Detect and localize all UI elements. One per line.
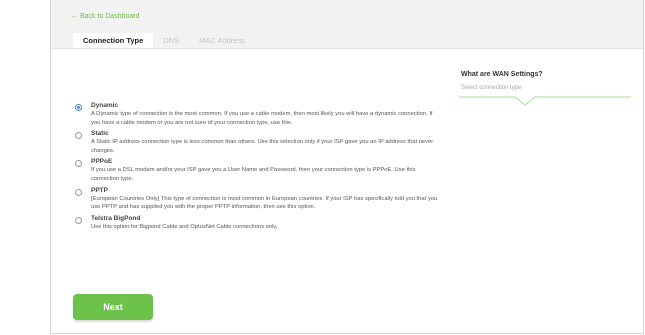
connection-type-options: Dynamic A Dynamic type of connection is …	[73, 101, 443, 233]
tab-bar: Connection Type DNS MAC Address	[73, 33, 255, 48]
option-pptp: PPTP [European Countries Only] This type…	[73, 186, 443, 212]
back-to-dashboard-link[interactable]: ← Back to Dashboard	[71, 13, 139, 20]
option-title: Static	[91, 130, 109, 138]
option-description: If you use a DSL modem and/or your ISP g…	[91, 167, 416, 182]
option-telstra-bigpond: Telstra BigPond Use this option for Bigp…	[73, 214, 443, 232]
option-title: PPPoE	[91, 158, 113, 166]
option-title: Dynamic	[91, 102, 119, 109]
option-description: A Dynamic type of connection is the most…	[91, 111, 433, 126]
option-description: A Static IP address connection type is l…	[91, 139, 434, 154]
radio-pptp[interactable]	[75, 188, 82, 196]
help-subtitle: Select connection type	[461, 85, 522, 91]
top-bar: ← Back to Dashboard Connection Type DNS …	[51, 0, 643, 49]
option-description: Use this option for Bigpond Cable and Op…	[91, 223, 278, 230]
settings-panel: ← Back to Dashboard Connection Type DNS …	[50, 0, 644, 334]
radio-telstra-bigpond[interactable]	[75, 216, 82, 224]
radio-static[interactable]	[75, 132, 82, 140]
next-button[interactable]: Next	[73, 294, 153, 320]
option-static: Static A Static IP address connection ty…	[73, 129, 443, 155]
option-dynamic: Dynamic A Dynamic type of connection is …	[73, 101, 443, 127]
tab-connection-type[interactable]: Connection Type	[73, 33, 154, 48]
tab-mac-address[interactable]: MAC Address	[189, 33, 255, 48]
radio-dynamic[interactable]	[75, 104, 82, 111]
tab-dns[interactable]: DNS	[153, 33, 189, 48]
option-title: Telstra BigPond	[91, 214, 141, 222]
option-description: [European Countries Only] This type of c…	[91, 195, 438, 211]
help-title: What are WAN Settings?	[461, 71, 543, 78]
help-pointer-line	[459, 96, 631, 106]
radio-pppoe[interactable]	[75, 160, 82, 168]
option-title: PPTP	[91, 186, 108, 194]
option-pppoe: PPPoE If you use a DSL modem and/or your…	[73, 157, 443, 183]
